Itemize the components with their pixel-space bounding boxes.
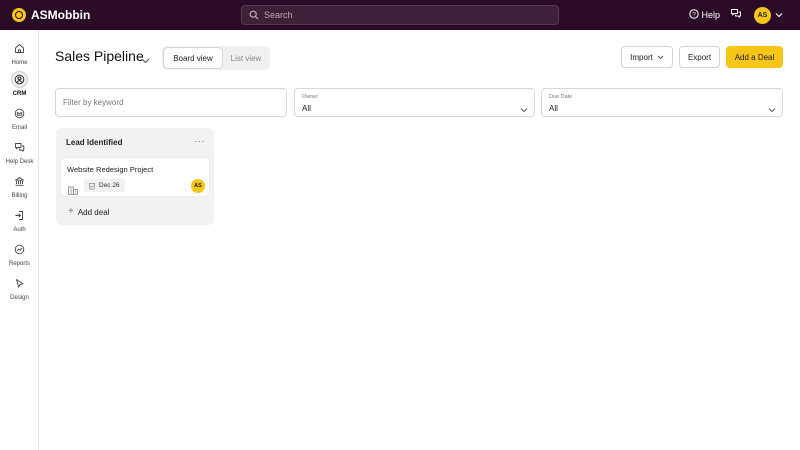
app-name: ASMobbin <box>31 8 91 22</box>
auth-icon <box>11 207 28 224</box>
crm-icon <box>11 71 28 88</box>
board-column: Lead Identified ··· Website Redesign Pro… <box>56 128 214 225</box>
due-date-label: Due Date <box>549 94 573 100</box>
help-icon: ? <box>689 9 700 21</box>
add-deal-label: Add deal <box>77 207 110 217</box>
pipeline-chevron-down-icon[interactable] <box>141 51 150 69</box>
logo-icon <box>12 8 26 22</box>
sidebar-item-label: CRM <box>12 91 27 97</box>
help-label: Help <box>701 10 720 20</box>
sidebar-item-label: Email <box>11 125 27 131</box>
deal-card[interactable]: Website Redesign Project Dec 26 AS <box>60 157 210 197</box>
deal-owner-avatar: AS <box>191 179 205 193</box>
export-button[interactable]: Export <box>679 46 720 68</box>
sidebar-item-label: Home <box>11 60 28 66</box>
due-date-value: All <box>549 104 558 113</box>
due-date-text: Dec 26 <box>99 182 120 189</box>
sidebar-item-label: Reports <box>8 261 30 267</box>
tab-list-view[interactable]: List view <box>224 48 268 68</box>
billing-icon <box>11 173 28 190</box>
help-desk-icon <box>11 139 28 156</box>
side-nav: Home CRM Email Help Desk Billing Auth Re… <box>0 30 39 450</box>
chat-button[interactable] <box>730 6 742 24</box>
sidebar-item-label: Help Desk <box>5 159 34 165</box>
add-deal-button[interactable]: Add a Deal <box>726 46 783 68</box>
reports-icon <box>11 241 28 258</box>
tab-board-view[interactable]: Board view <box>164 48 222 68</box>
due-date-chip: Dec 26 <box>84 179 125 192</box>
sidebar-item-email[interactable]: Email <box>0 105 39 137</box>
sidebar-item-crm[interactable]: CRM <box>0 71 39 103</box>
calendar-icon <box>88 177 96 195</box>
chevron-down-icon <box>520 100 528 118</box>
sidebar-item-home[interactable]: Home <box>0 40 39 72</box>
keyword-filter-input[interactable] <box>63 98 263 107</box>
sidebar-item-label: Design <box>10 295 29 301</box>
chevron-down-icon <box>768 100 776 118</box>
top-bar: ASMobbin ? Help AS <box>0 0 800 30</box>
sidebar-item-label: Auth <box>13 227 26 233</box>
view-toggle: Board view List view <box>162 46 270 70</box>
email-icon <box>11 105 28 122</box>
building-icon <box>68 182 78 200</box>
sidebar-item-auth[interactable]: Auth <box>0 207 39 239</box>
import-button[interactable]: Import <box>621 46 673 68</box>
search-icon <box>248 9 260 21</box>
chat-icon <box>730 6 742 24</box>
sidebar-item-billing[interactable]: Billing <box>0 173 39 205</box>
import-label: Import <box>630 52 653 62</box>
owner-label: Owner <box>302 94 319 100</box>
search-box[interactable] <box>241 5 559 25</box>
search-input[interactable] <box>264 10 544 20</box>
home-icon <box>11 40 28 57</box>
more-options-icon[interactable]: ··· <box>195 136 206 146</box>
sidebar-item-design[interactable]: Design <box>0 275 39 307</box>
brand[interactable]: ASMobbin <box>12 8 90 22</box>
page-title: Sales Pipeline <box>55 48 144 64</box>
sidebar-item-label: Billing <box>11 193 28 199</box>
design-icon <box>11 275 28 292</box>
chevron-down-icon[interactable] <box>775 12 783 18</box>
keyword-filter[interactable] <box>55 88 287 117</box>
due-date-select[interactable]: Due Date All <box>541 88 783 117</box>
owner-value: All <box>302 104 311 113</box>
sidebar-item-help-desk[interactable]: Help Desk <box>0 139 39 171</box>
chevron-down-icon <box>657 53 664 62</box>
deal-title: Website Redesign Project <box>67 165 154 174</box>
svg-text:?: ? <box>693 11 697 18</box>
help-button[interactable]: ? Help <box>689 9 720 21</box>
column-title: Lead Identified <box>66 138 123 147</box>
user-avatar[interactable]: AS <box>754 6 771 24</box>
plus-icon: + <box>68 206 74 217</box>
owner-select[interactable]: Owner All <box>294 88 535 117</box>
add-deal-link[interactable]: + Add deal <box>68 207 109 217</box>
sidebar-item-reports[interactable]: Reports <box>0 241 39 273</box>
